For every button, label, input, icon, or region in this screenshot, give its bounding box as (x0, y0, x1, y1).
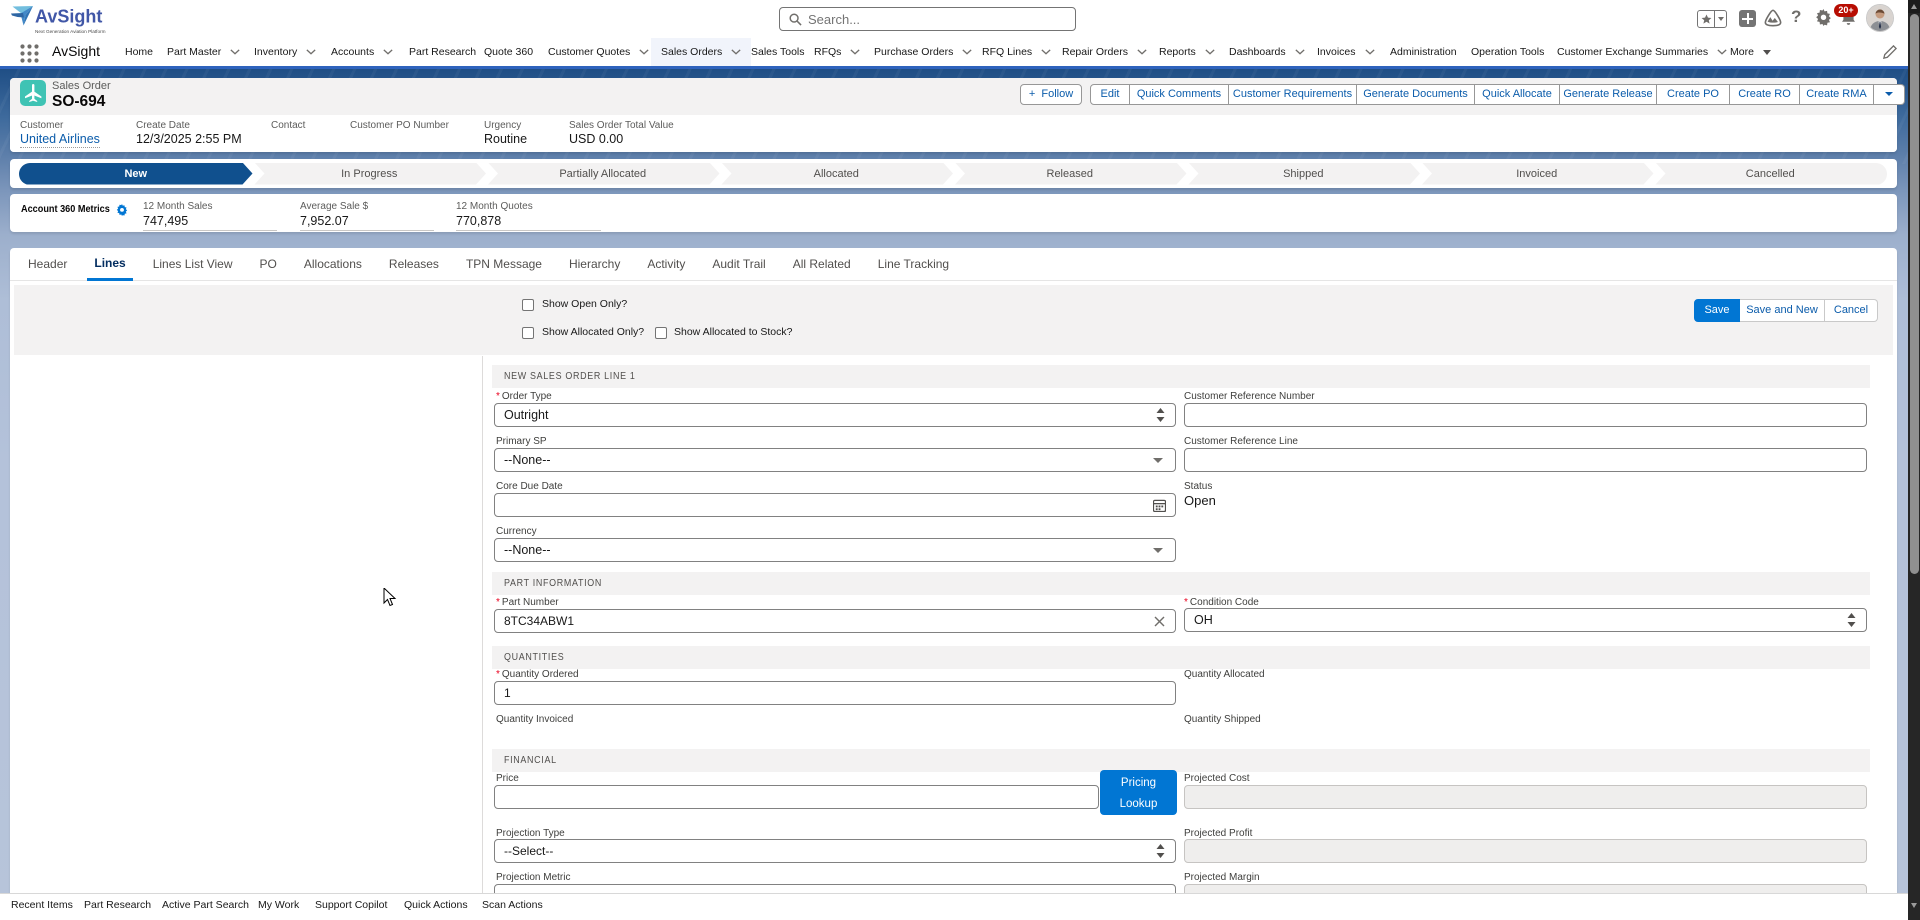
svg-text:AvSight: AvSight (35, 7, 102, 27)
svg-text:Next Generation Aviation Platf: Next Generation Aviation Platform (35, 29, 106, 34)
